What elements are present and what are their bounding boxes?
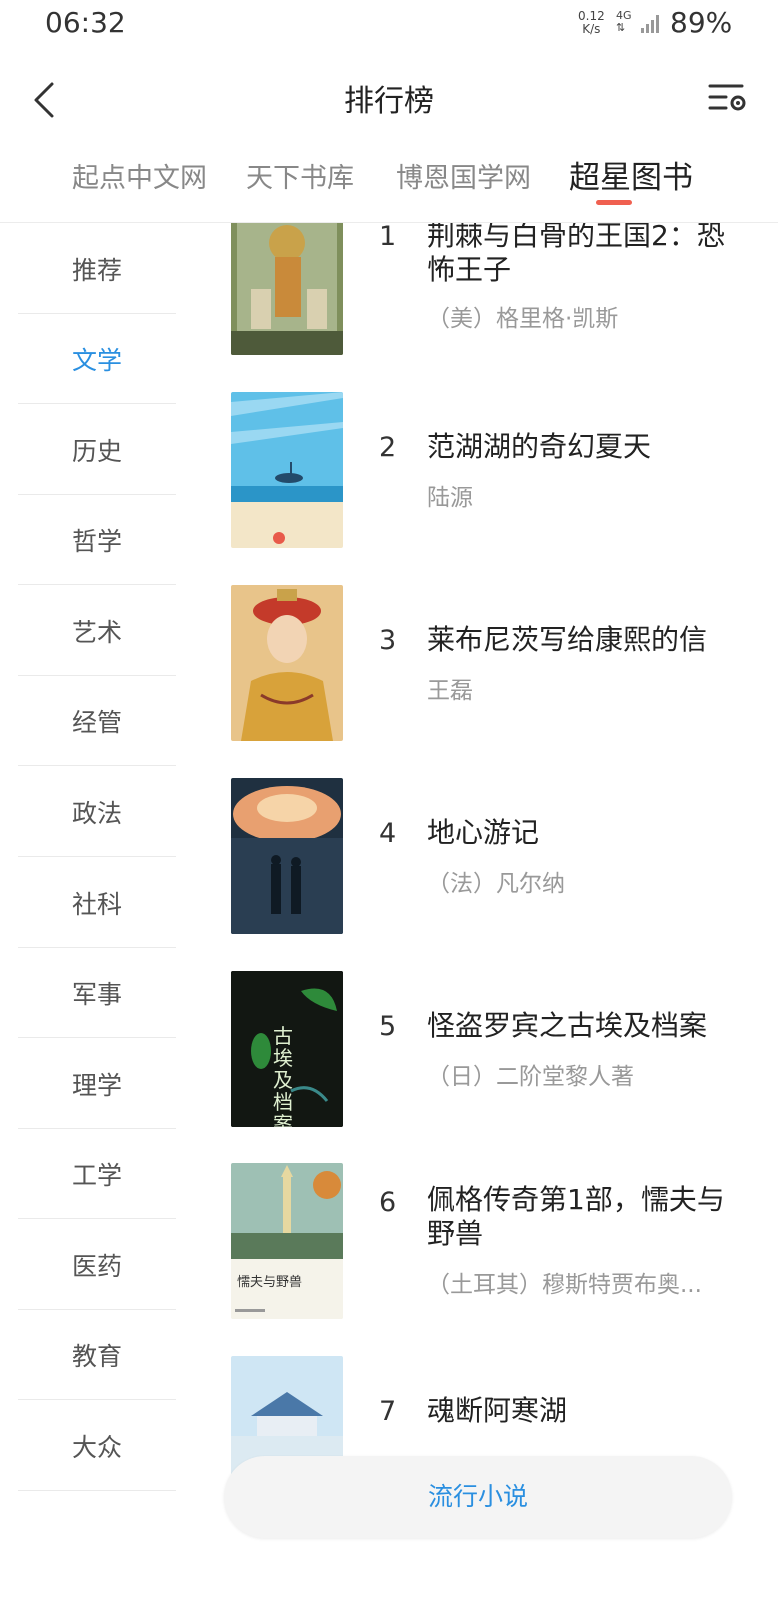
- book-rank: 5: [379, 1011, 397, 1042]
- book-author: （土耳其）穆斯特贾布奥...: [427, 1272, 702, 1298]
- category-label: 大众: [72, 1433, 123, 1462]
- category-sidebar: 推荐 文学 历史 哲学 艺术 经管 政法 社科 军事 理学 工学 医药 教育 大…: [0, 223, 195, 1600]
- category-item-philosophy[interactable]: 哲学: [18, 494, 176, 585]
- category-label: 社科: [72, 890, 123, 919]
- category-item-art[interactable]: 艺术: [18, 585, 176, 676]
- book-title: 魂断阿寒湖: [427, 1394, 568, 1427]
- category-item-military[interactable]: 军事: [18, 947, 176, 1038]
- category-item-law[interactable]: 政法: [18, 766, 176, 857]
- category-item-popular[interactable]: 大众: [18, 1400, 176, 1491]
- category-label: 工学: [72, 1161, 123, 1190]
- category-item-science[interactable]: 理学: [18, 1038, 176, 1129]
- network-type: 4G ⇅: [616, 10, 632, 34]
- book-title: 荆棘与白骨的王国2：恐怖王子: [427, 223, 725, 286]
- book-author: 陆源: [427, 485, 473, 511]
- book-item-5[interactable]: 古埃及档案 5 怪盗罗宾之古埃及档案 （日）二阶堂黎人著: [195, 971, 778, 1131]
- category-label: 军事: [72, 980, 123, 1009]
- book-item-6[interactable]: 懦夫与野兽 6 佩格传奇第1部，懦夫与野兽 （土耳其）穆斯特贾布奥...: [195, 1163, 778, 1323]
- book-title: 怪盗罗宾之古埃及档案: [427, 1009, 708, 1042]
- book-title: 佩格传奇第1部，懦夫与野兽: [427, 1183, 725, 1250]
- book-rank: 3: [379, 625, 397, 656]
- book-cover-image: [231, 392, 343, 548]
- category-item-economics[interactable]: 经管: [18, 675, 176, 766]
- category-item-literature[interactable]: 文学: [18, 313, 176, 404]
- data-arrows-icon: ⇅: [616, 21, 626, 34]
- book-rank: 4: [379, 818, 397, 849]
- category-item-history[interactable]: 历史: [18, 404, 176, 495]
- book-author: （美）格里格·凯斯: [427, 306, 619, 332]
- page-title: 排行榜: [344, 84, 434, 119]
- tab-boen[interactable]: 博恩国学网: [396, 156, 531, 195]
- category-item-recommend[interactable]: 推荐: [18, 223, 176, 314]
- book-cover-image: [231, 223, 343, 355]
- category-label: 医药: [72, 1252, 123, 1281]
- book-item-3[interactable]: 3 莱布尼茨写给康熙的信 王磊: [195, 585, 778, 745]
- book-title: 莱布尼茨写给康熙的信: [427, 623, 708, 656]
- category-label: 历史: [72, 437, 123, 466]
- source-tabs: 起点中文网 天下书库 博恩国学网 超星图书: [0, 148, 778, 220]
- tab-chaoxing[interactable]: 超星图书: [569, 152, 693, 197]
- book-rank: 7: [379, 1396, 397, 1427]
- category-item-education[interactable]: 教育: [18, 1309, 176, 1400]
- book-list: 1 荆棘与白骨的王国2：恐怖王子 （美）格里格·凯斯 2 范湖湖的奇幻夏天 陆源: [195, 223, 778, 1600]
- book-title: 地心游记: [427, 816, 540, 849]
- tab-indicator: [596, 200, 632, 205]
- category-label: 文学: [72, 346, 123, 375]
- book-cover-image: 懦夫与野兽: [231, 1163, 343, 1319]
- book-item-4[interactable]: 4 地心游记 （法）凡尔纳: [195, 778, 778, 938]
- book-author: （日）二阶堂黎人著: [427, 1064, 634, 1090]
- book-cover-image: 古埃及档案: [231, 971, 343, 1127]
- network-speed: 0.12 K/s: [578, 10, 605, 36]
- battery-level: 89%: [670, 6, 733, 39]
- status-bar: 06:32 0.12 K/s 4G ⇅ 89%: [0, 0, 778, 50]
- tab-tianxia[interactable]: 天下书库: [246, 156, 354, 195]
- book-cover-image: [231, 778, 343, 934]
- cover-title: 懦夫与野兽: [237, 1275, 303, 1290]
- category-label: 教育: [72, 1342, 123, 1371]
- book-rank: 1: [379, 223, 397, 252]
- book-rank: 6: [379, 1187, 397, 1218]
- category-item-engineering[interactable]: 工学: [18, 1128, 176, 1219]
- book-author: 王磊: [427, 678, 473, 704]
- category-item-social-science[interactable]: 社科: [18, 857, 176, 948]
- cover-title: 古埃及档案: [273, 1024, 293, 1127]
- category-label: 推荐: [72, 256, 123, 285]
- book-item-1[interactable]: 1 荆棘与白骨的王国2：恐怖王子 （美）格里格·凯斯: [195, 223, 778, 359]
- category-label: 艺术: [72, 618, 123, 647]
- list-settings-icon[interactable]: [708, 80, 748, 116]
- book-rank: 2: [379, 432, 397, 463]
- book-item-2[interactable]: 2 范湖湖的奇幻夏天 陆源: [195, 392, 778, 552]
- tab-qidian[interactable]: 起点中文网: [72, 156, 207, 195]
- book-title: 范湖湖的奇幻夏天: [427, 430, 652, 463]
- popular-fiction-button[interactable]: 流行小说: [224, 1456, 732, 1538]
- category-label: 经管: [72, 708, 123, 737]
- category-label: 政法: [72, 799, 123, 828]
- book-author: （法）凡尔纳: [427, 871, 565, 897]
- status-time: 06:32: [45, 6, 126, 39]
- network-speed-unit: K/s: [582, 22, 601, 36]
- signal-icon: [641, 15, 659, 33]
- book-cover-image: [231, 585, 343, 741]
- category-label: 理学: [72, 1071, 123, 1100]
- top-bar: 排行榜: [0, 58, 778, 138]
- category-item-medicine[interactable]: 医药: [18, 1219, 176, 1310]
- category-label: 哲学: [72, 527, 123, 556]
